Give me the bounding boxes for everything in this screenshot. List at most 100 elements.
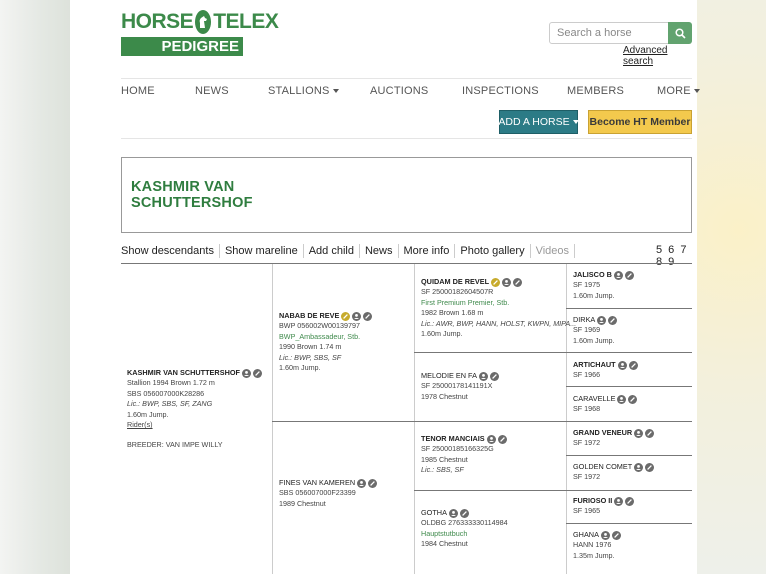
search-button[interactable]	[668, 22, 692, 44]
tab-more-info[interactable]: More info	[399, 244, 456, 258]
pencil-icon[interactable]	[368, 478, 378, 488]
advanced-search-link[interactable]: Advanced search	[623, 45, 697, 67]
pedigree-sire: NABAB DE REVE BWP 056002W00139797 BWP_Am…	[279, 311, 373, 373]
tab-news[interactable]: News	[360, 244, 399, 258]
horse-info: SF 1965	[573, 506, 601, 516]
nav-more[interactable]: MORE	[657, 85, 700, 97]
pencil-icon[interactable]	[513, 277, 523, 287]
photo-icon[interactable]	[614, 496, 624, 506]
horse-info: 1984 Chestnut	[421, 539, 468, 549]
nav-divider-bottom	[121, 138, 692, 139]
pencil-icon[interactable]	[645, 428, 655, 438]
search-input[interactable]: Search a horse	[549, 22, 669, 44]
horse-name[interactable]: NABAB DE REVE	[279, 311, 339, 321]
photo-icon[interactable]	[613, 270, 623, 280]
pencil-icon[interactable]	[624, 270, 634, 280]
horse-name[interactable]: FINES VAN KAMEREN	[279, 478, 355, 488]
tab-show-descendants[interactable]: Show descendants	[121, 244, 220, 258]
pencil-icon[interactable]	[459, 508, 469, 518]
photo-icon[interactable]	[478, 371, 488, 381]
pedigree-sire-dam: MELODIE EN FA SF 25000178141191X 1978 Ch…	[421, 371, 499, 402]
tab-videos[interactable]: Videos	[531, 244, 576, 258]
horse-tabs: Show descendants Show mareline Add child…	[121, 243, 576, 259]
column-divider	[414, 264, 415, 574]
row-divider	[566, 523, 692, 524]
nav-home[interactable]: HOME	[121, 85, 155, 97]
horse-name[interactable]: DIRKA	[573, 315, 595, 325]
row-divider	[414, 352, 692, 353]
tab-photo-gallery[interactable]: Photo gallery	[455, 244, 531, 258]
pencil-icon[interactable]	[497, 434, 507, 444]
pencil-icon[interactable]	[611, 530, 621, 540]
nav-members[interactable]: MEMBERS	[567, 85, 624, 97]
pencil-icon[interactable]	[608, 315, 618, 325]
horse-name[interactable]: QUIDAM DE REVEL	[421, 277, 489, 287]
horse-reg: SBS 056007000F23399	[279, 488, 356, 498]
horse-name[interactable]: GRAND VENEUR	[573, 428, 632, 438]
pencil-icon[interactable]	[363, 311, 373, 321]
horse-name[interactable]: JALISCO B	[573, 270, 612, 280]
horse-discipline: 1.35m Jump.	[573, 550, 615, 560]
logo-word-telex: TELEX	[213, 10, 279, 33]
chevron-down-icon	[693, 89, 700, 94]
photo-icon[interactable]	[634, 462, 644, 472]
page-title: KASHMIR VAN SCHUTTERSHOF	[131, 179, 253, 211]
horse-name[interactable]: CARAVELLE	[573, 394, 615, 404]
nav-news[interactable]: NEWS	[195, 85, 229, 97]
horse-discipline: 1.60m Jump.	[573, 335, 615, 345]
nav-inspections[interactable]: INSPECTIONS	[462, 85, 539, 97]
star-icon	[491, 277, 501, 287]
photo-icon[interactable]	[241, 368, 251, 378]
horse-name[interactable]: ARTICHAUT	[573, 360, 616, 370]
photo-icon[interactable]	[448, 508, 458, 518]
horse-reg: SBS 056007000K28286	[127, 388, 205, 398]
photo-icon[interactable]	[352, 311, 362, 321]
nav-stallions[interactable]: STALLIONS	[268, 85, 339, 97]
photo-icon[interactable]	[617, 394, 627, 404]
column-divider	[272, 264, 273, 574]
photo-icon[interactable]	[357, 478, 367, 488]
pencil-icon[interactable]	[645, 462, 655, 472]
horse-info: SF 1968	[573, 404, 601, 414]
photo-icon[interactable]	[634, 428, 644, 438]
horse-info: HANN 1976	[573, 540, 612, 550]
nav-divider-top	[121, 78, 692, 79]
riders-link[interactable]: Rider(s)	[127, 420, 262, 430]
pencil-icon[interactable]	[625, 496, 635, 506]
nav-auctions[interactable]: AUCTIONS	[370, 85, 428, 97]
horse-name[interactable]: KASHMIR VAN SCHUTTERSHOF	[127, 368, 240, 378]
horse-licences: Lic.: BWP, SBS, SF	[279, 352, 342, 362]
pencil-icon[interactable]	[628, 394, 638, 404]
add-horse-button[interactable]: ADD A HORSE	[498, 110, 579, 134]
pedigree-g3-horse: DIRKA SF 1969 1.60m Jump.	[573, 315, 618, 346]
pencil-icon[interactable]	[489, 371, 499, 381]
photo-icon[interactable]	[600, 530, 610, 540]
tab-add-child[interactable]: Add child	[304, 244, 360, 258]
photo-icon[interactable]	[617, 360, 627, 370]
horse-name[interactable]: TENOR MANCIAIS	[421, 434, 485, 444]
horse-licences: Lic.: SBS, SF	[421, 465, 464, 475]
row-divider	[566, 308, 692, 309]
photo-icon[interactable]	[597, 315, 607, 325]
horse-name[interactable]: GOTHA	[421, 508, 447, 518]
photo-icon[interactable]	[486, 434, 496, 444]
horse-predicate: First Premium Premier, Stb.	[421, 297, 510, 307]
add-horse-label: ADD A HORSE	[498, 116, 570, 128]
tab-show-mareline[interactable]: Show mareline	[220, 244, 304, 258]
horse-title-box: KASHMIR VAN SCHUTTERSHOF	[121, 157, 692, 233]
pencil-icon[interactable]	[628, 360, 638, 370]
chevron-down-icon	[332, 89, 339, 94]
horse-name[interactable]: GHANA	[573, 530, 599, 540]
horse-name[interactable]: MELODIE EN FA	[421, 371, 477, 381]
become-member-button[interactable]: Become HT Member	[588, 110, 692, 134]
horse-info: SF 1966	[573, 370, 601, 380]
chevron-down-icon	[572, 120, 579, 124]
horsetelex-logo[interactable]: HORSE TELEX PEDIGREE	[121, 8, 279, 56]
photo-icon[interactable]	[502, 277, 512, 287]
pencil-icon[interactable]	[252, 368, 262, 378]
horse-name[interactable]: GOLDEN COMET	[573, 462, 632, 472]
pedigree-subject: KASHMIR VAN SCHUTTERSHOF Stallion 1994 B…	[127, 368, 262, 451]
horse-info: 1989 Chestnut	[279, 498, 326, 508]
horse-discipline: 1.60m Jump.	[127, 409, 169, 419]
horse-name[interactable]: FURIOSO II	[573, 496, 612, 506]
